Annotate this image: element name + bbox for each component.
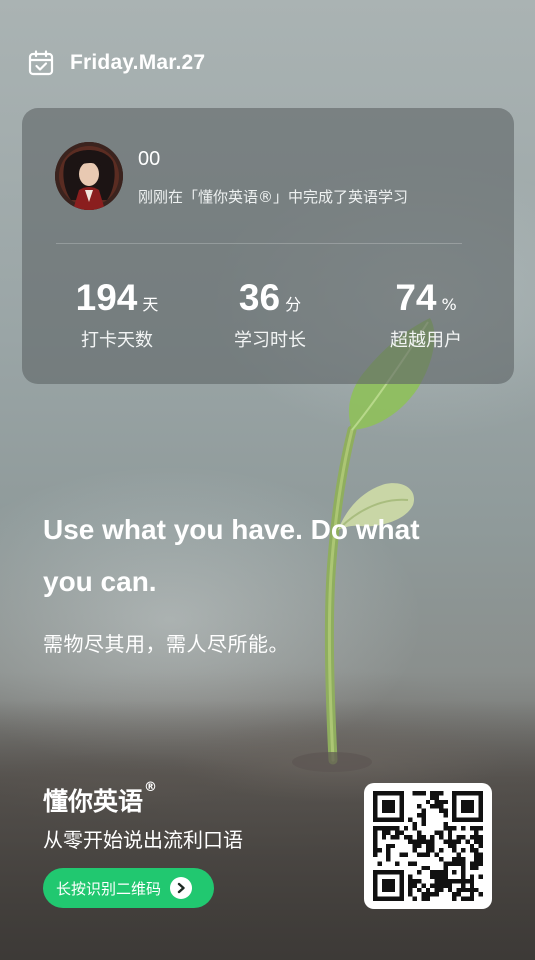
card-divider <box>56 243 462 244</box>
brand-name: 懂你英语® <box>43 780 158 818</box>
stat-label: 超越用户 <box>390 330 462 351</box>
stat-study-time: 36 分 学习时长 <box>205 276 335 352</box>
stat-unit: 天 <box>142 295 159 314</box>
stat-label: 学习时长 <box>234 330 306 351</box>
user-name: 00 <box>138 148 161 170</box>
avatar[interactable] <box>55 142 123 210</box>
chevron-right-circle-icon <box>170 877 193 899</box>
stat-value: 194 <box>75 277 138 318</box>
user-activity-status: 刚刚在「懂你英语®」中完成了英语学习 <box>138 188 409 206</box>
stat-unit: 分 <box>285 295 302 314</box>
stat-unit: % <box>441 295 457 314</box>
qr-code[interactable] <box>364 783 492 909</box>
date-row: Friday.Mar.27 <box>28 48 205 78</box>
stat-label: 打卡天数 <box>81 330 153 351</box>
stat-value: 36 <box>238 277 281 318</box>
brand-name-text: 懂你英语 <box>43 787 144 816</box>
qr-code-pattern <box>373 791 483 901</box>
quote-chinese: 需物尽其用，需人尽所能。 <box>43 632 289 656</box>
calendar-check-icon <box>28 50 54 76</box>
quote-english: Use what you have. Do what you can. <box>43 514 420 597</box>
registered-mark: ® <box>144 780 158 795</box>
stat-value: 74 <box>395 277 437 318</box>
scan-qr-button[interactable]: 长按识别二维码 <box>43 868 214 908</box>
stat-surpassed-users: 74% 超越用户 <box>361 276 491 352</box>
stat-checkin-days: 194 天 打卡天数 <box>52 276 182 352</box>
brand-slogan: 从零开始说出流利口语 <box>43 828 243 852</box>
cta-label: 长按识别二维码 <box>56 879 162 898</box>
learning-stats-card: 00 刚刚在「懂你英语®」中完成了英语学习 194 天 打卡天数 36 分 学习时长… <box>22 108 514 384</box>
date-label: Friday.Mar.27 <box>70 51 206 74</box>
